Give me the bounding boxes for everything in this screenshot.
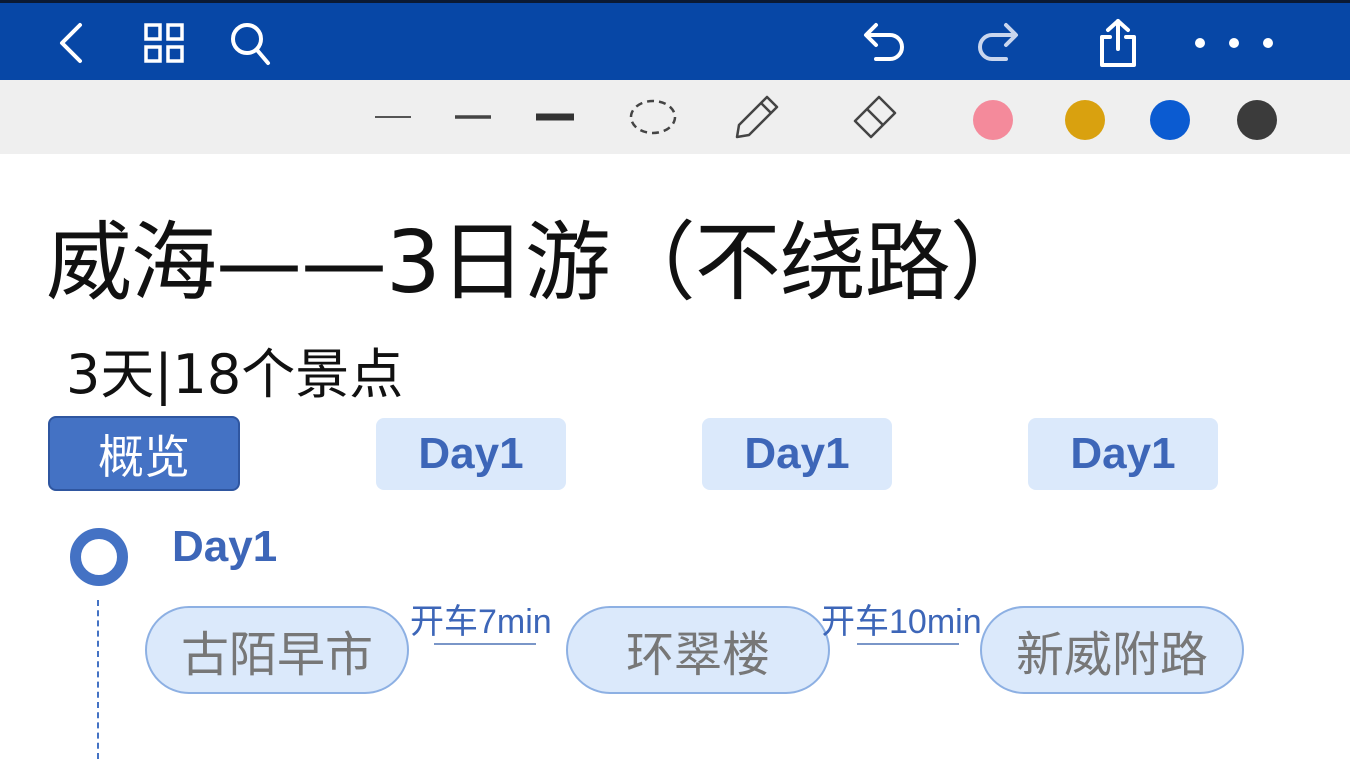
tab-day1[interactable]: Day1 [376,418,566,490]
page-subtitle: 3天|18个景点 [66,343,404,406]
tab-overview[interactable]: 概览 [48,416,240,491]
search-icon[interactable] [222,15,278,71]
color-swatch-pink[interactable] [973,100,1013,140]
day-heading: Day1 [172,522,278,571]
stop-item[interactable]: 古陌早市 [145,606,409,694]
pen-toolbar [0,80,1350,154]
more-icon[interactable] [1192,15,1276,71]
redo-icon[interactable] [970,15,1026,71]
color-swatch-gold[interactable] [1065,100,1105,140]
leg-label: 开车10min [821,603,982,641]
page-title: 威海——3日游（不绕路） [46,213,1036,313]
lasso-tool[interactable] [618,80,688,154]
leg-connector [857,643,959,645]
tab-day3[interactable]: Day1 [1028,418,1218,490]
grid-icon[interactable] [136,15,192,71]
thick-line-tool[interactable] [520,80,590,154]
leg-label: 开车7min [410,603,552,641]
pencil-tool[interactable] [722,80,792,154]
back-icon[interactable] [44,15,100,71]
undo-icon[interactable] [856,15,912,71]
color-swatch-blue[interactable] [1150,100,1190,140]
tab-day2[interactable]: Day1 [702,418,892,490]
leg-connector [434,643,536,645]
color-swatch-black[interactable] [1237,100,1277,140]
stop-item[interactable]: 新威附路 [980,606,1244,694]
timeline-line [97,600,99,759]
medium-line-tool[interactable] [438,80,508,154]
timeline-dot [70,528,128,586]
thin-line-tool[interactable] [358,80,428,154]
top-app-bar [0,0,1350,80]
stop-item[interactable]: 环翠楼 [566,606,830,694]
eraser-tool[interactable] [840,80,910,154]
share-icon[interactable] [1090,15,1146,71]
